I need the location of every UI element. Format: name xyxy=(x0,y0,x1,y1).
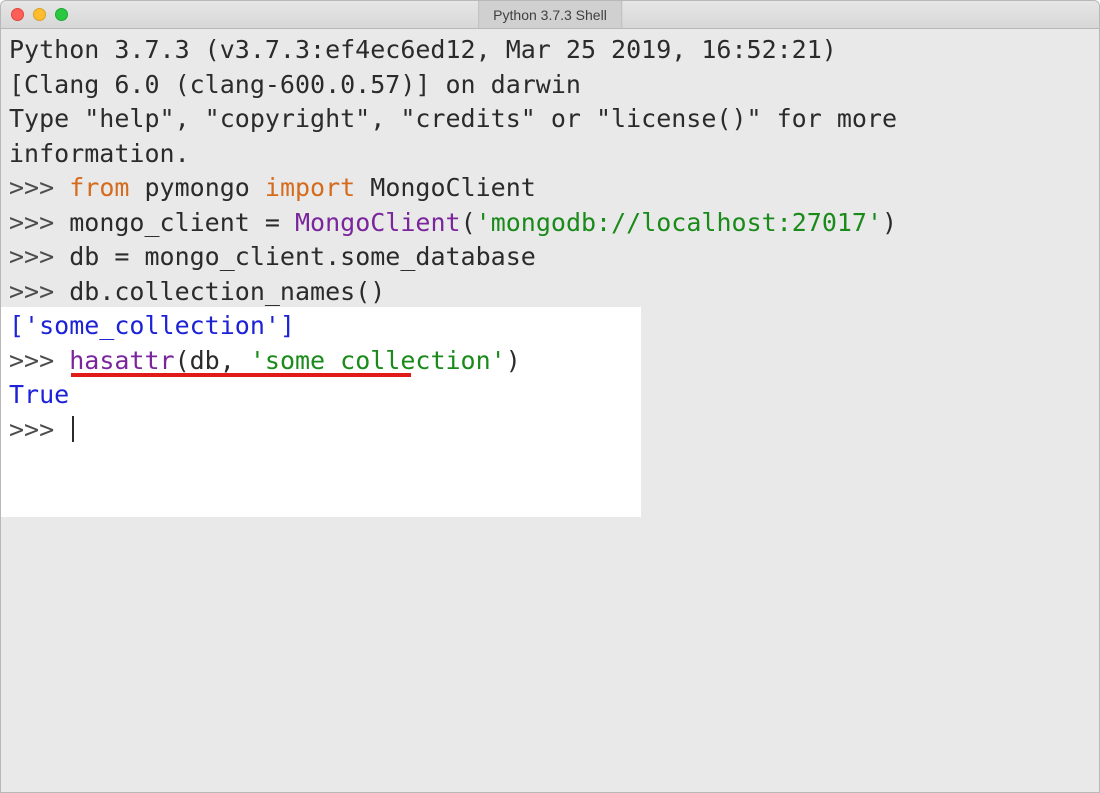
code-text: db = mongo_client.some_database xyxy=(69,242,536,271)
code-text: (db, xyxy=(175,346,250,375)
input-line[interactable]: >>> xyxy=(9,413,1091,448)
output-line: ['some_collection'] xyxy=(9,309,1091,344)
input-line: >>> db.collection_names() xyxy=(9,275,1091,310)
minimize-icon[interactable] xyxy=(33,8,46,21)
shell-window: Python 3.7.3 Shell Python 3.7.3 (v3.7.3:… xyxy=(0,0,1100,793)
callable: hasattr xyxy=(69,346,174,375)
code-text: ( xyxy=(461,208,476,237)
banner-line: [Clang 6.0 (clang-600.0.57)] on darwin xyxy=(9,68,1091,103)
code-text: ) xyxy=(882,208,897,237)
prompt: >>> xyxy=(9,208,69,237)
code-text: pymongo xyxy=(129,173,264,202)
keyword: from xyxy=(69,173,129,202)
callable: MongoClient xyxy=(295,208,461,237)
prompt: >>> xyxy=(9,415,69,444)
cursor-icon xyxy=(72,416,74,442)
code-text: MongoClient xyxy=(355,173,536,202)
output-line: True xyxy=(9,378,1091,413)
prompt: >>> xyxy=(9,346,69,375)
titlebar: Python 3.7.3 Shell xyxy=(1,1,1099,29)
window-title: Python 3.7.3 Shell xyxy=(478,1,622,28)
prompt: >>> xyxy=(9,242,69,271)
input-line: >>> from pymongo import MongoClient xyxy=(9,171,1091,206)
zoom-icon[interactable] xyxy=(55,8,68,21)
keyword: import xyxy=(265,173,355,202)
code-text: ) xyxy=(506,346,521,375)
input-line: >>> mongo_client = MongoClient('mongodb:… xyxy=(9,206,1091,241)
shell-content[interactable]: Python 3.7.3 (v3.7.3:ef4ec6ed12, Mar 25 … xyxy=(1,29,1099,792)
banner-line: Type "help", "copyright", "credits" or "… xyxy=(9,102,1091,171)
string-literal: 'some_collection' xyxy=(250,346,506,375)
input-line: >>> db = mongo_client.some_database xyxy=(9,240,1091,275)
string-literal: 'mongodb://localhost:27017' xyxy=(476,208,882,237)
close-icon[interactable] xyxy=(11,8,24,21)
prompt: >>> xyxy=(9,277,69,306)
banner-line: Python 3.7.3 (v3.7.3:ef4ec6ed12, Mar 25 … xyxy=(9,33,1091,68)
prompt: >>> xyxy=(9,173,69,202)
code-text: mongo_client = xyxy=(69,208,295,237)
traffic-lights xyxy=(1,8,68,21)
code-text: db.collection_names() xyxy=(69,277,385,306)
red-underline-annotation xyxy=(71,373,411,377)
